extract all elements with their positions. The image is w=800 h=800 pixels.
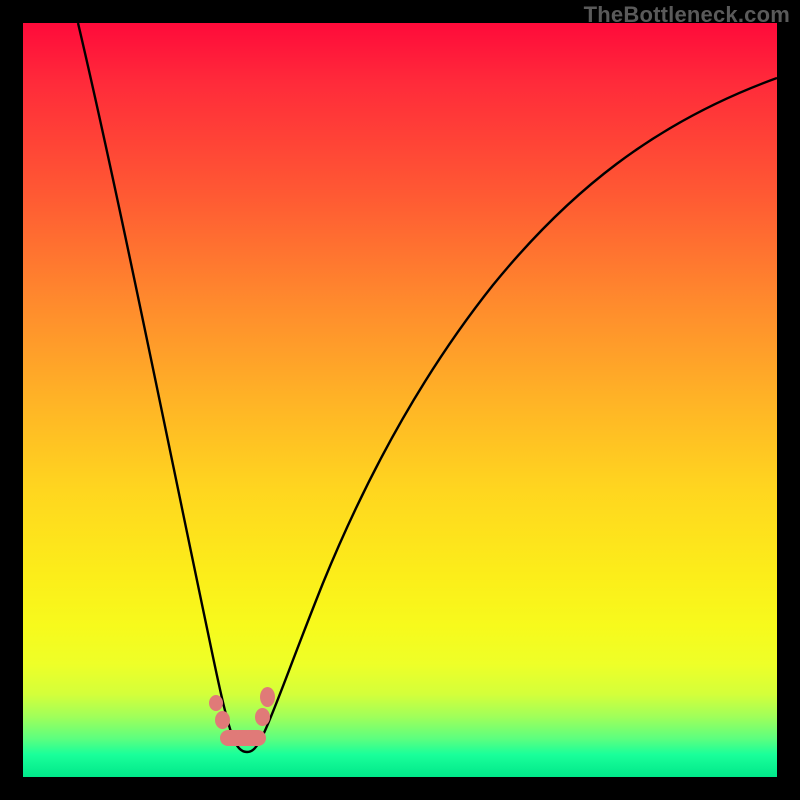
watermark-text: TheBottleneck.com <box>584 2 790 28</box>
marker-left-top <box>209 695 223 711</box>
marker-underline <box>220 730 266 746</box>
marker-left-bot <box>215 711 230 729</box>
marker-right-bot <box>255 708 270 726</box>
chart-area <box>23 23 777 777</box>
marker-right-top <box>260 687 275 707</box>
bottleneck-curve <box>23 23 777 777</box>
